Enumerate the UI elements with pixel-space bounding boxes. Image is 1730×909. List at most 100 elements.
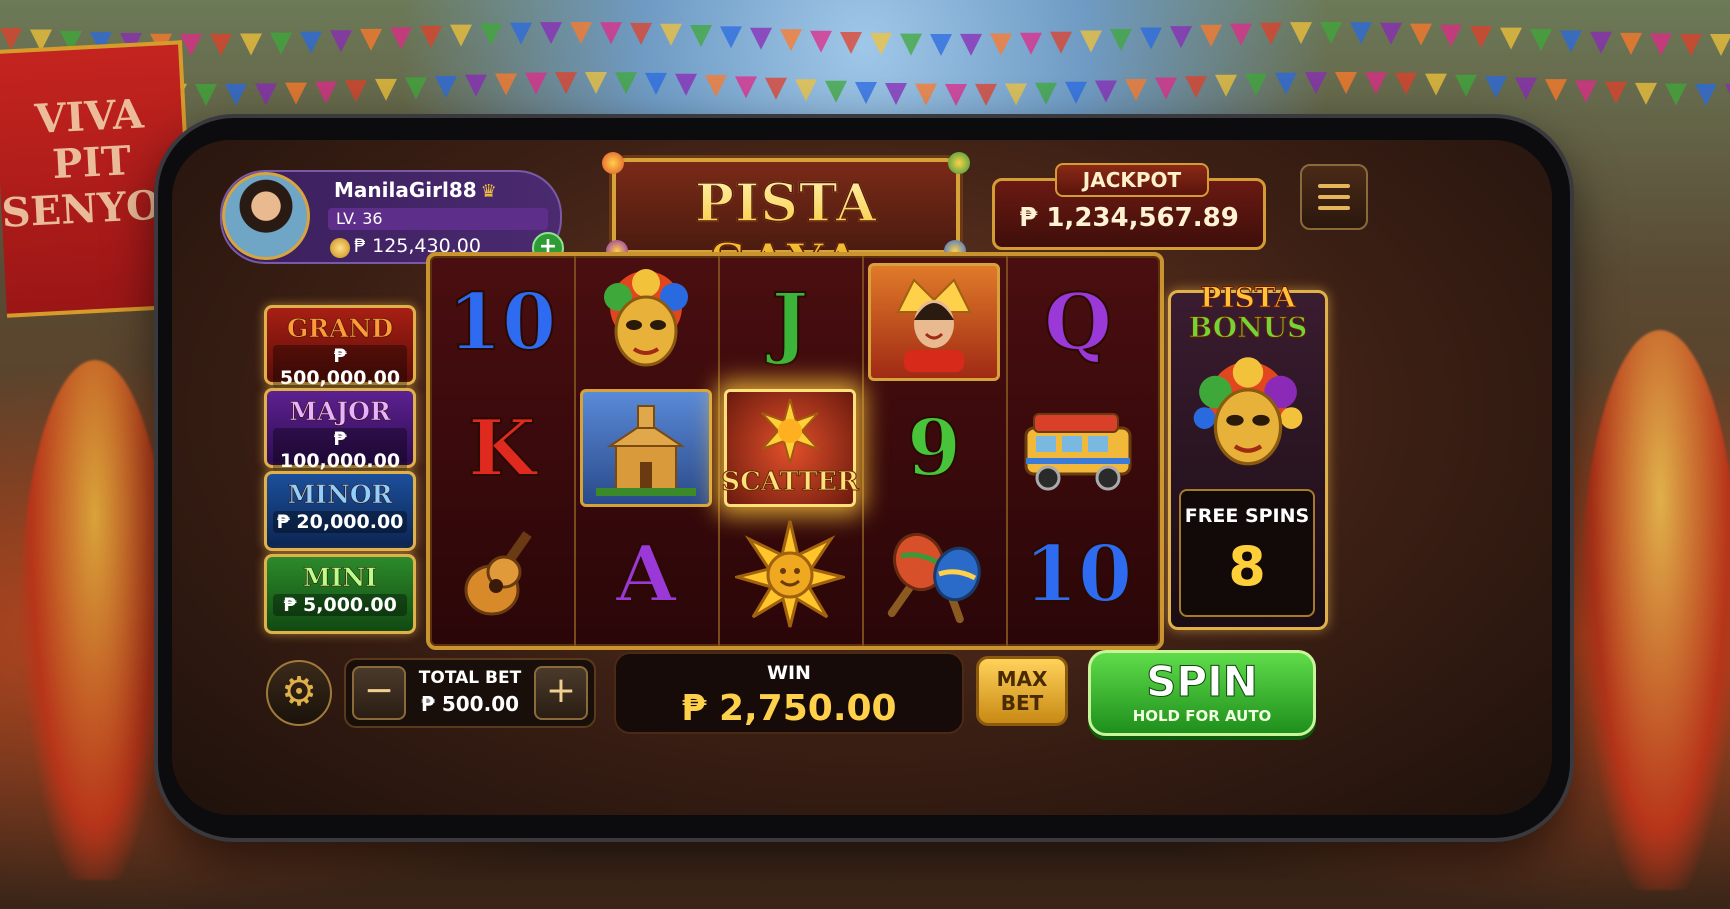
- tier-name: MINI: [303, 563, 378, 593]
- bunting-flag: [915, 83, 937, 106]
- bunting-flag: [585, 72, 607, 95]
- bunting-flag: [975, 83, 997, 106]
- symbol-letter: 9: [906, 402, 962, 495]
- bunting-flag: [1005, 83, 1027, 106]
- bunting-flag: [990, 33, 1012, 56]
- bunting-flag: [690, 24, 712, 47]
- increase-bet-button[interactable]: +: [534, 666, 588, 720]
- max-bet-line2: BET: [1000, 691, 1044, 715]
- jackpot-display: JACKPOT ₱ 1,234,567.89: [992, 163, 1266, 250]
- bunting-flag: [1710, 33, 1730, 56]
- reel-symbol-king: K: [432, 386, 572, 510]
- reel-symbol-ten: 10: [1008, 512, 1148, 636]
- bunting-flag: [1725, 83, 1730, 94]
- bunting-flag: [1110, 29, 1132, 52]
- bunting-flag: [1500, 27, 1522, 50]
- bunting-flag: [435, 75, 457, 98]
- bunting-flag: [315, 81, 337, 104]
- dancer-right: [1580, 330, 1730, 890]
- symbol-letter: J: [771, 276, 810, 369]
- bunting-flag: [735, 76, 757, 99]
- hamburger-icon: [1318, 195, 1350, 199]
- reel-grid[interactable]: 10 K A J SCATTER 9 Q 10: [426, 252, 1164, 650]
- tier-name: MINOR: [287, 480, 393, 510]
- bunting-flag: [540, 22, 562, 45]
- bunting-flag: [1335, 72, 1357, 95]
- bunting-flag: [960, 33, 982, 56]
- bunting-flag: [855, 81, 877, 104]
- player-profile[interactable]: ManilaGirl88 ♛ LV. 36 ₱ 125,430.00 +: [220, 170, 564, 264]
- bunting-flag: [1305, 72, 1327, 95]
- bunting-flag: [1140, 27, 1162, 50]
- crown-icon: ♛: [480, 181, 497, 202]
- bunting-flag: [1695, 83, 1717, 106]
- bunting-flag: [1380, 22, 1402, 45]
- tier-name: MAJOR: [289, 397, 391, 427]
- bunting-flag: [870, 32, 892, 55]
- bunting-flag: [795, 79, 817, 102]
- bunting-flag: [1545, 79, 1567, 102]
- game-screen: ManilaGirl88 ♛ LV. 36 ₱ 125,430.00 + PIST…: [172, 140, 1552, 815]
- bunting-flag: [780, 29, 802, 52]
- pista-bonus-panel: PISTA BONUS FREE SPINS 8: [1168, 282, 1328, 630]
- bunting-flag: [750, 27, 772, 50]
- tier-value: ₱ 5,000.00: [273, 594, 407, 616]
- bunting-flag: [1245, 73, 1267, 96]
- dancer-left: [20, 360, 170, 880]
- bunting-flag: [1290, 22, 1312, 45]
- reel-symbol-ten: 10: [432, 260, 572, 384]
- avatar[interactable]: [222, 172, 310, 260]
- game-logo: PISTA SAYA: [602, 152, 970, 294]
- bunting-flag: [1440, 24, 1462, 47]
- bunting-flag: [885, 82, 907, 105]
- bunting-flag: [510, 22, 532, 45]
- sun-icon: [720, 512, 860, 636]
- bunting-flag: [1515, 77, 1537, 100]
- menu-button[interactable]: [1300, 164, 1368, 230]
- flower-decoration-icon: [948, 152, 970, 174]
- church-icon: [576, 386, 716, 510]
- bunting-flag: [900, 33, 922, 56]
- bunting-flag: [0, 28, 22, 50]
- scatter-label: SCATTER: [721, 467, 859, 498]
- bunting-flag: [330, 30, 352, 53]
- username-text: ManilaGirl88: [334, 178, 477, 202]
- bonus-title: PISTA BONUS: [1171, 282, 1325, 343]
- max-bet-button[interactable]: MAX BET: [976, 656, 1068, 726]
- bunting-flag: [1050, 31, 1072, 54]
- bunting-flag: [1125, 79, 1147, 102]
- bunting-flag: [450, 24, 472, 47]
- bunting-flag: [645, 72, 667, 95]
- bunting-flag: [1185, 76, 1207, 99]
- bunting-flag: [1215, 74, 1237, 97]
- max-bet-line1: MAX: [996, 667, 1048, 691]
- bunting-flag: [765, 77, 787, 100]
- maracas-icon: [864, 512, 1004, 636]
- bunting-flag: [1470, 26, 1492, 49]
- bunting-flag: [1155, 77, 1177, 100]
- free-spins-value: 8: [1228, 535, 1266, 598]
- bunting-flag: [720, 26, 742, 49]
- bunting-flag: [360, 28, 382, 51]
- reel-symbol-queen: Q: [1008, 260, 1148, 384]
- jackpot-tier-major: MAJOR ₱ 100,000.00: [264, 388, 416, 472]
- tier-name: GRAND: [286, 314, 394, 344]
- spin-button[interactable]: SPIN HOLD FOR AUTO: [1088, 650, 1316, 736]
- bunting-flag: [1590, 31, 1612, 54]
- bunting-flag: [300, 31, 322, 54]
- sun-icon: [761, 399, 819, 463]
- bunting-flag: [210, 33, 232, 56]
- decrease-bet-button[interactable]: −: [352, 666, 406, 720]
- bunting-flag: [195, 83, 217, 106]
- symbol-letter: K: [467, 402, 537, 495]
- bunting-flag: [570, 22, 592, 45]
- bunting-flag: [1605, 81, 1627, 104]
- festival-queen-icon: [864, 260, 1004, 384]
- bunting-flag: [555, 72, 577, 95]
- username: ManilaGirl88 ♛: [334, 178, 497, 202]
- bunting-flag: [840, 31, 862, 54]
- bunting-flag: [405, 77, 427, 100]
- bunting-flag: [1650, 33, 1672, 56]
- settings-button[interactable]: ⚙: [266, 660, 332, 726]
- bunting-flag: [1350, 22, 1372, 45]
